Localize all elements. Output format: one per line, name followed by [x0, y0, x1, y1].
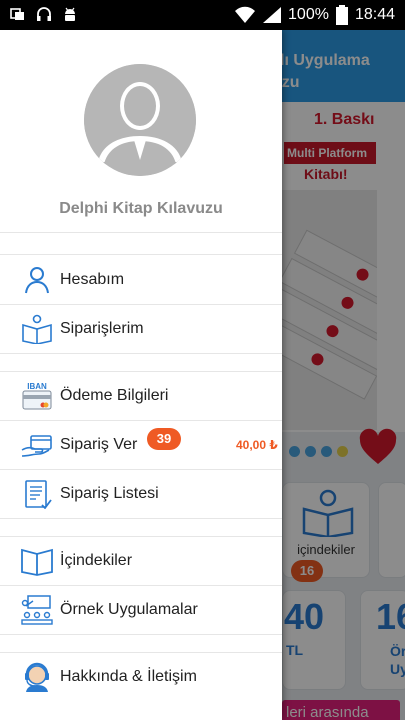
support-agent-icon	[25, 662, 49, 692]
avatar[interactable]	[84, 64, 196, 176]
android-debug-icon	[65, 7, 75, 21]
menu-label-about-contact: Hakkında & İletişim	[60, 668, 197, 685]
cart-count-badge: 39	[147, 428, 181, 450]
profile-name: Delphi Kitap Kılavuzu	[59, 200, 223, 217]
divider	[0, 232, 282, 233]
battery-percent: 100%	[288, 6, 329, 23]
divider	[0, 254, 282, 255]
classroom-icon	[21, 595, 53, 625]
menu-label-my-orders: Siparişlerim	[60, 320, 144, 337]
menu-label-order-list: Sipariş Listesi	[60, 485, 159, 502]
book-icon	[21, 548, 53, 576]
navigation-drawer: Delphi Kitap Kılavuzu Hesabım Siparişler…	[0, 30, 282, 720]
order-total: 40,00 ₺	[236, 438, 278, 452]
divider	[0, 518, 282, 519]
menu-item-place-order[interactable]: Sipariş Ver 39 40,00 ₺	[0, 421, 282, 469]
headphones-icon	[37, 7, 51, 21]
iban-card-icon: IBAN	[22, 382, 52, 410]
menu-label-place-order: Sipariş Ver	[60, 436, 138, 453]
menu-item-payment-info[interactable]: IBAN Ödeme Bilgileri	[0, 372, 282, 420]
menu-item-order-list[interactable]: Sipariş Listesi	[0, 470, 282, 518]
menu-label-contents: İçindekiler	[60, 552, 133, 569]
menu-item-my-orders[interactable]: Siparişlerim	[0, 305, 282, 353]
menu-label-sample-apps: Örnek Uygulamalar	[60, 601, 198, 618]
menu-item-sample-apps[interactable]: Örnek Uygulamalar	[0, 586, 282, 634]
menu-label-payment-info: Ödeme Bilgileri	[60, 387, 169, 404]
wifi-icon	[235, 6, 256, 23]
person-silhouette-icon	[84, 64, 196, 176]
status-bar: 100% 18:44	[0, 0, 405, 30]
signal-icon	[263, 7, 282, 23]
clock: 18:44	[354, 6, 395, 23]
divider	[0, 634, 282, 635]
divider	[0, 353, 282, 354]
battery-icon	[335, 5, 348, 25]
iban-icon-text: IBAN	[27, 382, 47, 391]
menu-item-account[interactable]: Hesabım	[0, 256, 282, 304]
screen-mirror-icon	[10, 8, 24, 20]
order-list-icon	[25, 480, 52, 509]
menu-item-contents[interactable]: İçindekiler	[0, 537, 282, 585]
menu-label-account: Hesabım	[60, 271, 125, 288]
card-payment-icon	[21, 435, 52, 457]
open-book-reader-icon	[22, 314, 52, 344]
user-icon	[25, 267, 49, 294]
menu-item-about-contact[interactable]: Hakkında & İletişim	[0, 653, 282, 701]
